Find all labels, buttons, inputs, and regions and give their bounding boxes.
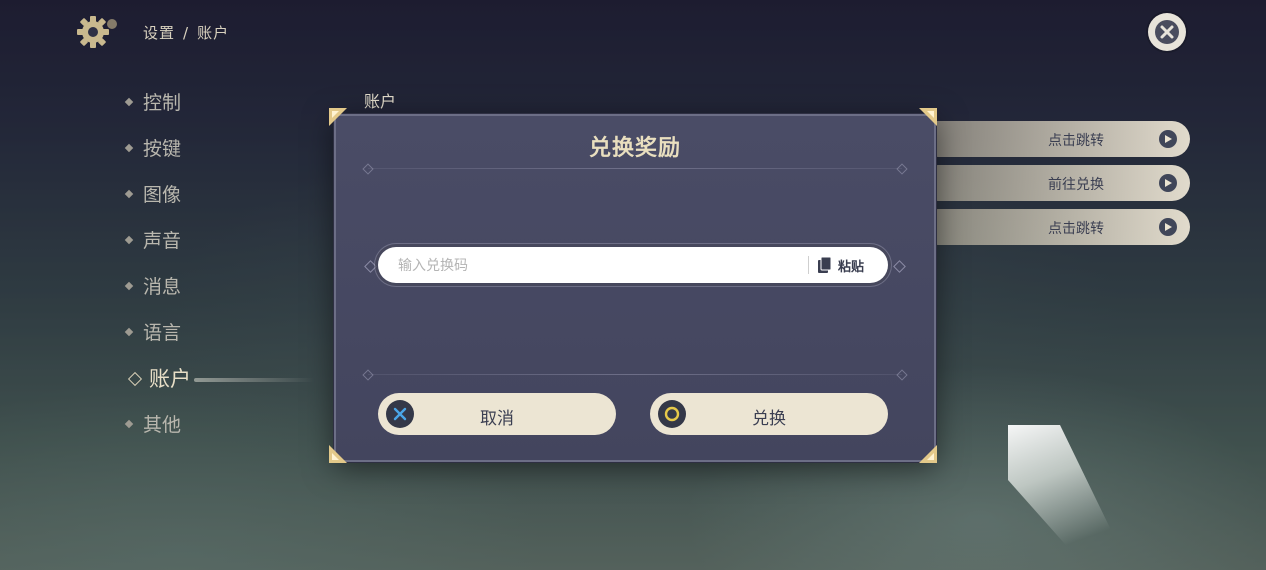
ornament-icon	[364, 260, 377, 273]
redeem-code-input[interactable]	[396, 247, 800, 285]
action-button-redeem[interactable]: 前往兑换	[920, 165, 1190, 201]
action-label: 点击跳转	[1048, 133, 1104, 149]
sidebar-item-label: 按键	[143, 138, 182, 160]
corner-ornament-icon	[919, 108, 937, 126]
sidebar-item-label: 控制	[143, 92, 182, 114]
cancel-label: 取消	[480, 409, 514, 429]
sidebar-item-label: 消息	[143, 276, 182, 298]
action-button-jump-1[interactable]: 点击跳转	[920, 121, 1190, 157]
redeem-dialog: 兑换奖励 粘贴 取消 兑换	[334, 114, 936, 462]
action-label: 点击跳转	[1048, 221, 1104, 237]
section-title: 账户	[364, 92, 397, 111]
play-icon	[1159, 218, 1177, 236]
bullet-icon	[124, 327, 134, 337]
breadcrumb-separator: /	[183, 24, 190, 42]
active-indicator	[194, 378, 314, 382]
corner-ornament-icon	[329, 108, 347, 126]
play-icon	[1159, 174, 1177, 192]
close-icon	[1155, 20, 1179, 44]
sidebar-item-label: 账户	[149, 367, 191, 391]
paste-separator	[808, 256, 809, 274]
breadcrumb: 设置 / 账户	[143, 22, 229, 43]
cancel-button[interactable]: 取消	[378, 393, 616, 435]
divider	[368, 374, 902, 375]
bullet-icon	[124, 143, 134, 153]
breadcrumb-current: 账户	[197, 24, 230, 42]
action-label: 前往兑换	[1048, 177, 1104, 193]
clipboard-icon	[818, 257, 832, 273]
divider	[368, 168, 902, 169]
redeem-code-field: 粘贴	[378, 247, 888, 285]
sidebar-item-controls[interactable]: 控制	[122, 80, 342, 126]
paste-label: 粘贴	[838, 259, 865, 275]
play-icon	[1159, 130, 1177, 148]
sidebar-item-graphics[interactable]: 图像	[122, 172, 342, 218]
active-bullet-icon	[127, 371, 143, 387]
gear-icon	[74, 12, 122, 52]
breadcrumb-root[interactable]: 设置	[143, 24, 175, 42]
bullet-icon	[124, 235, 134, 245]
sidebar-item-label: 声音	[143, 230, 182, 252]
paste-button[interactable]: 粘贴	[818, 247, 882, 283]
sidebar-item-language[interactable]: 语言	[122, 310, 342, 356]
ornament-icon	[893, 260, 906, 273]
dialog-title: 兑换奖励	[588, 136, 681, 161]
corner-ornament-icon	[919, 445, 937, 463]
settings-sidebar: 控制 按键 图像 声音 消息 语言 账户 其他	[122, 80, 342, 448]
sidebar-item-label: 其他	[143, 414, 182, 436]
sidebar-item-label: 图像	[143, 184, 182, 206]
sidebar-item-audio[interactable]: 声音	[122, 218, 342, 264]
bullet-icon	[124, 419, 134, 429]
close-button[interactable]	[1148, 13, 1186, 51]
sidebar-item-label: 语言	[143, 322, 182, 344]
bullet-icon	[124, 97, 134, 107]
corner-ornament-icon	[329, 445, 347, 463]
sidebar-item-keybinds[interactable]: 按键	[122, 126, 342, 172]
game-settings-screen: 设置 / 账户 控制 按键 图像 声音 消息 语言 账户 其他 账户 点击跳转 前往…	[0, 0, 1266, 570]
confirm-redeem-button[interactable]: 兑换	[650, 393, 888, 435]
sidebar-item-messages[interactable]: 消息	[122, 264, 342, 310]
action-button-jump-2[interactable]: 点击跳转	[920, 209, 1190, 245]
sidebar-item-other[interactable]: 其他	[122, 402, 342, 448]
bullet-icon	[124, 189, 134, 199]
bullet-icon	[124, 281, 134, 291]
sidebar-item-account[interactable]: 账户	[122, 356, 342, 402]
confirm-label: 兑换	[752, 409, 786, 429]
